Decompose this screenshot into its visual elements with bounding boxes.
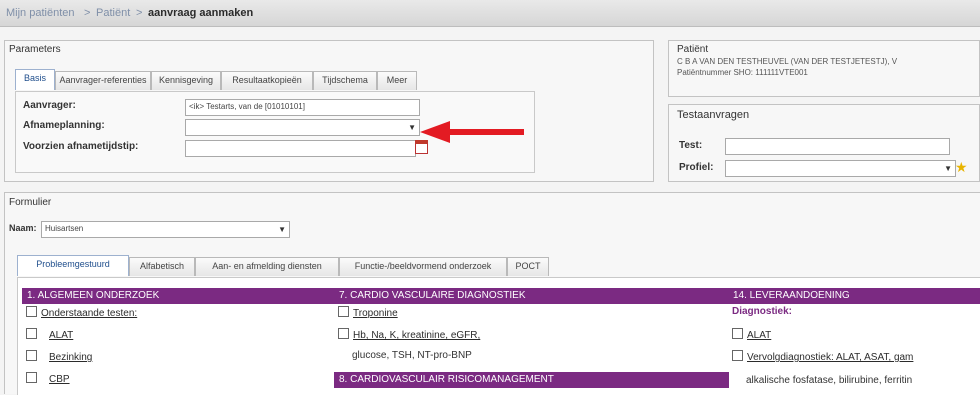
tab-meer[interactable]: Meer	[377, 71, 417, 90]
test-input[interactable]	[725, 138, 950, 155]
parameters-tabbar: Basis Aanvrager-referenties Kennisgeving…	[15, 69, 535, 91]
chevron-down-icon: ▼	[278, 225, 286, 234]
list-item[interactable]: Hb, Na, K, kreatinine, eGFR,	[338, 328, 480, 341]
breadcrumb-current: aanvraag aanmaken	[148, 7, 254, 19]
list-item[interactable]: ALAT	[26, 328, 73, 341]
patient-number: Patiëntnummer SHO: 111111VTE001	[677, 68, 808, 77]
section-header-cardio-diagnostiek: 7. CARDIO VASCULAIRE DIAGNOSTIEK	[334, 288, 729, 304]
section-header-algemeen: 1. ALGEMEEN ONDERZOEK	[22, 288, 335, 304]
naam-label: Naam:	[9, 223, 37, 233]
checkbox[interactable]	[732, 350, 743, 361]
afnameplanning-label: Afnameplanning:	[23, 120, 105, 131]
checkbox[interactable]	[338, 328, 349, 339]
formulier-naam-select[interactable]: Huisartsen ▼	[41, 221, 290, 238]
list-item[interactable]: ALAT	[732, 328, 771, 341]
breadcrumb-my-patients[interactable]: Mijn patiënten	[6, 7, 75, 19]
checkbox[interactable]	[732, 328, 743, 339]
breadcrumb: Mijn patiënten > Patiënt > aanvraag aanm…	[0, 0, 980, 27]
checkbox[interactable]	[26, 328, 37, 339]
breadcrumb-patient[interactable]: Patiënt	[96, 7, 130, 19]
breadcrumb-sep: >	[84, 7, 91, 19]
tab-basis[interactable]: Basis	[15, 69, 55, 90]
breadcrumb-sep: >	[136, 7, 143, 19]
testaanvragen-title: Testaanvragen	[677, 109, 750, 121]
afnametijdstip-label: Voorzien afnametijdstip:	[23, 141, 139, 152]
checkbox[interactable]	[26, 372, 37, 383]
list-item[interactable]: Troponine	[338, 306, 398, 319]
testaanvragen-panel: Testaanvragen Test: Profiel: ▼ ★	[668, 104, 980, 182]
patient-panel: Patiënt C B A VAN DEN TESTHEUVEL (VAN DE…	[668, 40, 980, 97]
tab-aanvrager-referenties[interactable]: Aanvrager-referenties	[55, 71, 151, 90]
section-header-cardio-risico: 8. CARDIOVASCULAIR RISICOMANAGEMENT	[334, 372, 729, 388]
profiel-select[interactable]: ▼	[725, 160, 956, 177]
tab-tijdschema[interactable]: Tijdschema	[313, 71, 377, 90]
chevron-down-icon: ▼	[408, 123, 416, 132]
section-header-leveraandoening: 14. LEVERAANDOENING	[728, 288, 980, 304]
patient-title: Patiënt	[677, 44, 709, 55]
aanvrager-label: Aanvrager:	[23, 100, 76, 111]
formulier-title: Formulier	[9, 197, 52, 208]
tab-aan-afmelding-diensten[interactable]: Aan- en afmelding diensten	[195, 257, 339, 276]
parameters-panel: Parameters Basis Aanvrager-referenties K…	[4, 40, 654, 182]
list-item[interactable]: Onderstaande testen:	[26, 306, 137, 319]
tab-functie-beeldvormend[interactable]: Functie-/beeldvormend onderzoek	[339, 257, 507, 276]
aanvrager-field[interactable]: <ik> Testarts, van de [01010101]	[185, 99, 420, 116]
tab-resultaatkopieen[interactable]: Resultaatkopieën	[221, 71, 313, 90]
checkbox[interactable]	[338, 306, 349, 317]
tab-poct[interactable]: POCT	[507, 257, 549, 276]
profiel-label: Profiel:	[679, 162, 714, 173]
parameters-title: Parameters	[9, 44, 61, 55]
afnameplanning-select[interactable]: ▼	[185, 119, 420, 136]
afnametijdstip-field[interactable]	[185, 140, 416, 157]
test-label: Test:	[679, 140, 703, 151]
formulier-tabbar: Probleemgestuurd Alfabetisch Aan- en afm…	[17, 255, 657, 277]
list-item[interactable]: Vervolgdiagnostiek: ALAT, ASAT, gam	[732, 350, 913, 363]
favorite-star-icon[interactable]: ★	[955, 159, 968, 176]
checkbox[interactable]	[26, 306, 37, 317]
diagnostiek-subheader: Diagnostiek:	[732, 306, 793, 317]
list-item[interactable]: Bezinking	[26, 350, 92, 363]
tab-alfabetisch[interactable]: Alfabetisch	[129, 257, 195, 276]
chevron-down-icon: ▼	[944, 164, 952, 173]
red-arrow-annotation	[420, 121, 524, 143]
patient-name: C B A VAN DEN TESTHEUVEL (VAN DER TESTJE…	[677, 57, 898, 66]
formulier-naam-value: Huisartsen	[45, 224, 84, 233]
list-item-continuation: glucose, TSH, NT-pro-BNP	[352, 350, 472, 361]
checkbox[interactable]	[26, 350, 37, 361]
tab-probleemgestuurd[interactable]: Probleemgestuurd	[17, 255, 129, 276]
list-item[interactable]: CBP	[26, 372, 70, 385]
list-item-continuation: alkalische fosfatase, bilirubine, ferrit…	[746, 375, 913, 386]
tab-kennisgeving[interactable]: Kennisgeving	[151, 71, 221, 90]
